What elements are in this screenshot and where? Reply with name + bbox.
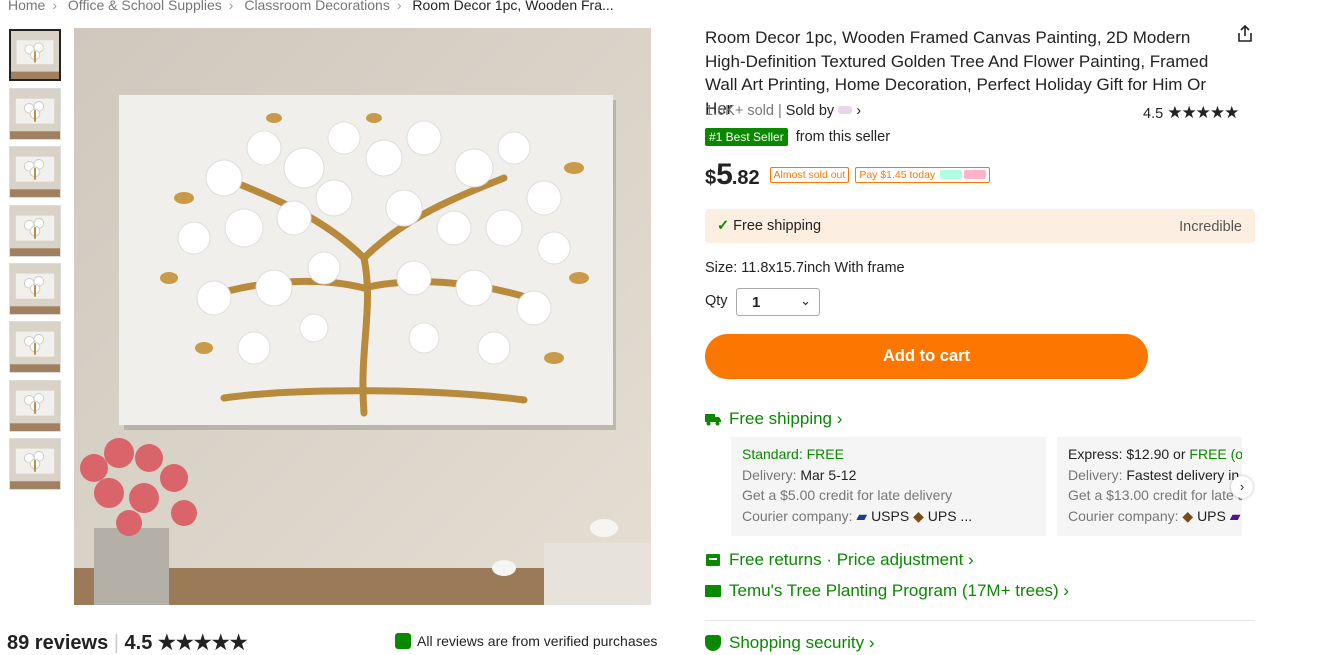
qty-value: 1 — [752, 294, 761, 311]
ups-icon: ◆ — [1182, 507, 1194, 524]
add-to-cart-button[interactable]: Add to cart — [705, 334, 1148, 379]
standard-shipping-card: Standard: FREE Delivery: Mar 5-12 Get a … — [731, 437, 1046, 536]
price-currency: $ — [705, 167, 717, 189]
standard-title: Standard: FREE — [742, 446, 844, 462]
klarna-icon — [964, 170, 987, 179]
pay-later-tag[interactable]: Pay $1.45 today — [855, 167, 991, 183]
price-row: $5.82 Almost sold out Pay $1.45 today — [705, 158, 991, 192]
thumbnail-image[interactable] — [9, 321, 61, 373]
thumbnail-image[interactable] — [9, 29, 61, 81]
shield-icon — [705, 635, 721, 651]
almost-sold-out-tag: Almost sold out — [769, 167, 850, 183]
size-label: Size: 11.8x15.7inch With frame — [705, 260, 905, 276]
sold-count: 1.6K+ sold — [705, 103, 774, 119]
thumbnail-image[interactable] — [9, 380, 61, 432]
usps-icon: ▰ — [856, 507, 868, 524]
verified-icon — [395, 633, 411, 649]
afterpay-icon — [940, 170, 963, 179]
free-shipping-label: Free shipping — [733, 218, 822, 234]
breadcrumb-home[interactable]: Home — [8, 0, 45, 13]
returns-icon — [705, 552, 721, 566]
free-shipping-heading[interactable]: Free shipping › — [705, 409, 842, 429]
divider — [705, 620, 1255, 621]
sales-meta: 1.6K+ sold | Sold by › — [705, 103, 862, 119]
plant-icon — [705, 583, 721, 597]
price-cents: .82 — [731, 167, 760, 189]
main-product-image[interactable] — [74, 28, 651, 605]
thumbnail-image[interactable] — [9, 146, 61, 198]
breadcrumb: Home › Office & School Supplies › Classroo… — [8, 0, 614, 13]
express-shipping-card: Express: $12.90 or FREE (ord Delivery: F… — [1057, 437, 1242, 536]
standard-credit: Get a $5.00 credit for late delivery — [742, 487, 953, 503]
free-shipping-bar: ✓ Free shipping Incredible — [705, 209, 1255, 243]
rating[interactable]: 4.5 ★★★★★ — [1143, 103, 1239, 123]
standard-delivery: Mar 5-12 — [800, 466, 857, 483]
truck-icon — [705, 411, 721, 426]
seller-logo-icon — [838, 106, 853, 114]
qty-select[interactable]: 1 ⌄ — [736, 288, 820, 316]
price-whole: 5 — [716, 158, 733, 191]
tree-program-link[interactable]: Temu's Tree Planting Program (17M+ trees… — [705, 581, 1069, 601]
sold-by-link[interactable]: Sold by › — [786, 103, 861, 119]
best-seller-suffix: from this seller — [795, 129, 891, 145]
incredible-label: Incredible — [1179, 219, 1242, 235]
verified-reviews-note: All reviews are from verified purchases — [395, 633, 657, 649]
breadcrumb-category[interactable]: Office & School Supplies — [68, 0, 222, 13]
thumbnail-image[interactable] — [9, 205, 61, 257]
thumbnail-image[interactable] — [9, 88, 61, 140]
star-rating-icon: ★★★★★ — [157, 632, 248, 654]
best-seller-row: #1 Best Seller from this seller — [705, 128, 891, 146]
fedex-icon: ▰ — [1229, 507, 1241, 524]
breadcrumb-current: Room Decor 1pc, Wooden Fra... — [412, 0, 614, 13]
best-seller-badge: #1 Best Seller — [705, 128, 788, 146]
share-icon[interactable] — [1235, 24, 1255, 44]
qty-label: Qty — [705, 293, 728, 309]
star-rating-icon: ★★★★★ — [1167, 103, 1239, 122]
breadcrumb-subcategory[interactable]: Classroom Decorations — [244, 0, 390, 13]
chevron-down-icon: ⌄ — [800, 293, 811, 308]
ups-icon: ◆ — [913, 507, 924, 524]
rating-value: 4.5 — [1143, 106, 1164, 122]
chevron-right-icon[interactable]: › — [1231, 476, 1253, 498]
check-icon: ✓ — [717, 218, 730, 234]
thumbnail-image[interactable] — [9, 263, 61, 315]
thumbnail-image[interactable] — [9, 438, 61, 490]
free-returns-link[interactable]: Free returns · Price adjustment › — [705, 550, 974, 570]
shopping-security-link[interactable]: Shopping security › — [705, 633, 875, 653]
